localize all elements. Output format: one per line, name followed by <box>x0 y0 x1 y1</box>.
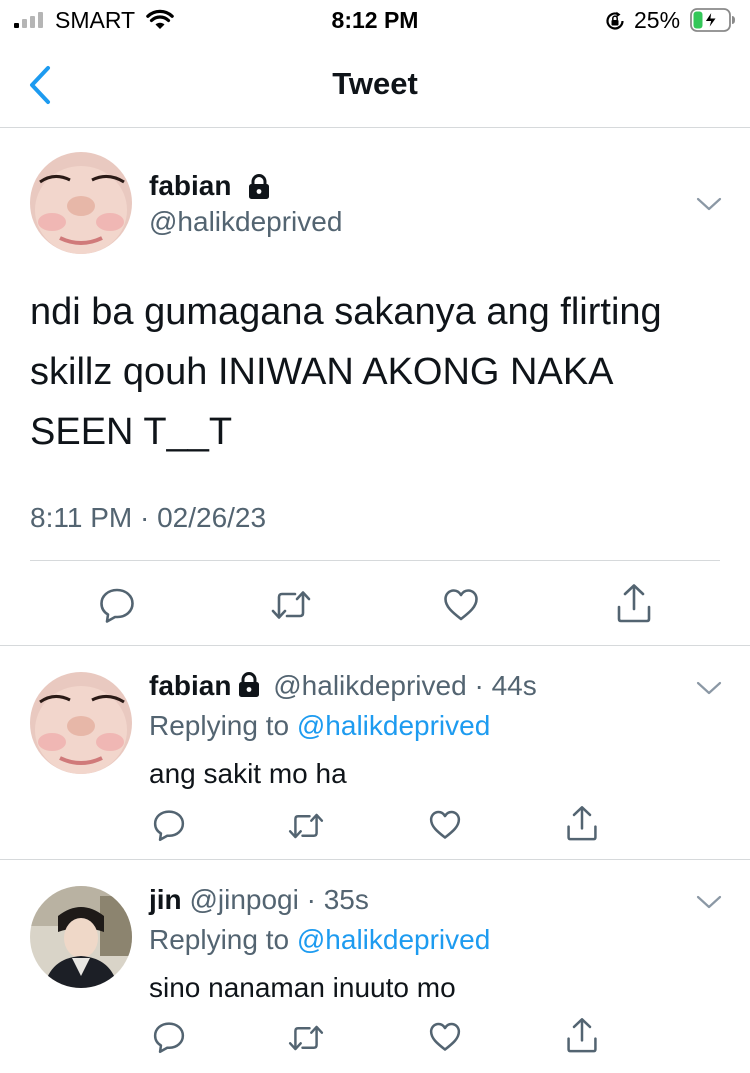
author-handle[interactable]: @halikdeprived <box>149 206 342 238</box>
tweet-text: ndi ba gumagana sakanya ang flirting ski… <box>30 291 662 453</box>
avatar[interactable] <box>30 886 132 988</box>
signal-icon <box>14 12 43 28</box>
battery-charging-icon <box>690 8 735 32</box>
wifi-icon <box>146 9 174 29</box>
divider <box>30 560 720 561</box>
reply-header: jin @jinpogi · 35s <box>149 884 369 916</box>
author-name[interactable]: fabian <box>149 170 231 202</box>
chevron-left-icon[interactable] <box>24 64 58 106</box>
share-icon[interactable] <box>565 1016 599 1054</box>
share-icon[interactable] <box>565 804 599 842</box>
like-icon[interactable] <box>428 1020 462 1054</box>
status-bar: SMART 8:12 PM 25% <box>0 0 750 40</box>
avatar[interactable] <box>30 672 132 774</box>
avatar[interactable] <box>30 152 132 254</box>
avatar-photo <box>30 886 132 988</box>
author-handle[interactable]: @halikdeprived <box>273 670 466 701</box>
nav-header: Tweet <box>0 44 750 128</box>
replying-to-prefix: Replying to <box>149 924 290 955</box>
reply-text: ang sakit mo ha <box>149 758 347 789</box>
main-tweet: fabian @halikdeprived ndi ba gumagana sa… <box>0 128 750 646</box>
reply-tweet[interactable]: jin @jinpogi · 35s Replying to @halikdep… <box>0 860 750 1073</box>
replying-to-link[interactable]: @halikdeprived <box>297 924 490 955</box>
replying-to-line: Replying to @halikdeprived <box>149 710 490 742</box>
avatar-photo <box>30 152 132 254</box>
retweet-icon[interactable] <box>270 588 312 622</box>
replying-to-line: Replying to @halikdeprived <box>149 924 490 956</box>
reply-icon[interactable] <box>152 1020 186 1054</box>
carrier-label: SMART <box>55 7 136 33</box>
tweet-timestamp: 8:11 PM · 02/26/23 <box>30 502 267 533</box>
reply-tweet[interactable]: fabian @halikdeprived · 44s Replying to … <box>0 646 750 860</box>
replying-to-link[interactable]: @halikdeprived <box>297 710 490 741</box>
lock-icon <box>239 672 260 697</box>
lock-icon <box>249 174 269 199</box>
reply-header: fabian @halikdeprived · 44s <box>149 670 537 702</box>
tweet-age: 44s <box>491 670 537 701</box>
retweet-icon[interactable] <box>287 1023 325 1053</box>
page-title: Tweet <box>332 66 418 101</box>
separator-dot: · <box>474 670 484 701</box>
author-handle[interactable]: @jinpogi <box>189 884 298 915</box>
reply-icon[interactable] <box>152 808 186 842</box>
tweet-age: 35s <box>323 884 369 915</box>
chevron-down-icon[interactable] <box>696 680 722 696</box>
author-name[interactable]: jin <box>149 884 182 915</box>
chevron-down-icon[interactable] <box>696 894 722 910</box>
replying-to-prefix: Replying to <box>149 710 290 741</box>
avatar-photo <box>30 672 132 774</box>
author-name[interactable]: fabian <box>149 670 231 701</box>
orientation-lock-icon <box>606 11 624 30</box>
chevron-down-icon[interactable] <box>696 196 722 212</box>
battery-percent: 25% <box>634 7 681 33</box>
like-icon[interactable] <box>442 586 480 624</box>
reply-text: sino nanaman inuuto mo <box>149 972 456 1003</box>
share-icon[interactable] <box>615 582 653 624</box>
separator-dot: · <box>306 884 316 915</box>
reply-icon[interactable] <box>98 586 136 624</box>
like-icon[interactable] <box>428 808 462 842</box>
retweet-icon[interactable] <box>287 811 325 841</box>
